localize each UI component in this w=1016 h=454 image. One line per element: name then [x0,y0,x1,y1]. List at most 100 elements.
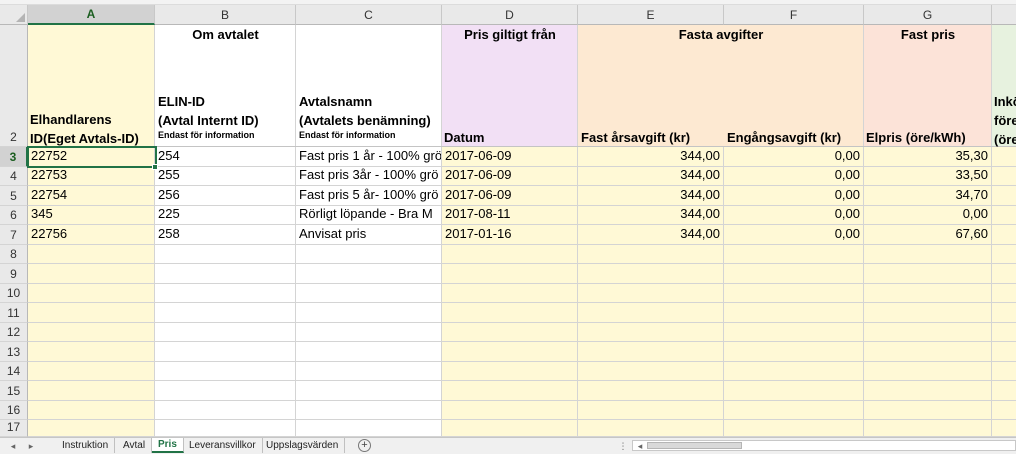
cell-e9[interactable] [578,264,724,284]
cell-e17[interactable] [578,420,724,437]
cell-h7[interactable] [992,225,1016,245]
cell-c14[interactable] [296,362,442,381]
cell-c8[interactable] [296,245,442,264]
cell-b3[interactable]: 254 [155,147,296,167]
cell-c16[interactable] [296,401,442,420]
cell-b15[interactable] [155,381,296,401]
cell-e8[interactable] [578,245,724,264]
cell-e5[interactable]: 344,00 [578,186,724,206]
spreadsheet-grid[interactable]: A B C D E F G 1 2 3 4 5 6 7 8 9 10 11 12… [0,0,1016,437]
cell-c4[interactable]: Fast pris 3år - 100% grö [296,167,442,186]
cell-g14[interactable] [864,362,992,381]
cell-f14[interactable] [724,362,864,381]
cell-e14[interactable] [578,362,724,381]
cell-b4[interactable]: 255 [155,167,296,186]
cell-g9[interactable] [864,264,992,284]
cell-h17[interactable] [992,420,1016,437]
cell-a6[interactable]: 345 [28,206,155,225]
cell-f10[interactable] [724,284,864,303]
cell-c15[interactable] [296,381,442,401]
row-header-7[interactable]: 7 [0,225,28,245]
row-header-10[interactable]: 10 [0,284,28,303]
cell-e15[interactable] [578,381,724,401]
cell-b16[interactable] [155,401,296,420]
row-header-16[interactable]: 16 [0,401,28,420]
cell-d5[interactable]: 2017-06-09 [442,186,578,206]
cell-b9[interactable] [155,264,296,284]
cell-b10[interactable] [155,284,296,303]
select-all-corner[interactable] [0,5,28,25]
cell-d7[interactable]: 2017-01-16 [442,225,578,245]
cell-f16[interactable] [724,401,864,420]
column-header-h[interactable] [992,5,1016,25]
cell-b8[interactable] [155,245,296,264]
cell-b11[interactable] [155,303,296,323]
sheet-tab-avtal[interactable]: Avtal [117,438,153,453]
cell-a16[interactable] [28,401,155,420]
column-header-g[interactable]: G [864,5,992,25]
sheet-tab-instruktion[interactable]: Instruktion [56,438,116,453]
cell-e4[interactable]: 344,00 [578,167,724,186]
cell-c3[interactable]: Fast pris 1 år - 100% grö [296,147,442,167]
cell-b13[interactable] [155,342,296,362]
cell-c17[interactable] [296,420,442,437]
cell-g8[interactable] [864,245,992,264]
cell-d17[interactable] [442,420,578,437]
cell-c11[interactable] [296,303,442,323]
cell-b12[interactable] [155,323,296,342]
row-header-2[interactable]: 2 [0,127,28,147]
cell-d10[interactable] [442,284,578,303]
cell-b17[interactable] [155,420,296,437]
cell-h10[interactable] [992,284,1016,303]
cell-a12[interactable] [28,323,155,342]
row-header-4[interactable]: 4 [0,167,28,186]
scroll-left-icon[interactable]: ◂ [633,439,647,453]
cell-c6[interactable]: Rörligt löpande - Bra M [296,206,442,225]
cell-h9[interactable] [992,264,1016,284]
cell-h12[interactable] [992,323,1016,342]
tab-split-menu-icon[interactable]: ⋮ [616,439,630,453]
fill-handle[interactable] [152,164,158,170]
cell-g15[interactable] [864,381,992,401]
cell-a4[interactable]: 22753 [28,167,155,186]
cell-e12[interactable] [578,323,724,342]
cell-d6[interactable]: 2017-08-11 [442,206,578,225]
sheet-tab-leveransvillkor[interactable]: Leveransvillkor [183,438,263,453]
cell-b6[interactable]: 225 [155,206,296,225]
cell-f13[interactable] [724,342,864,362]
row-header-11[interactable]: 11 [0,303,28,323]
cell-g7[interactable]: 67,60 [864,225,992,245]
cell-c10[interactable] [296,284,442,303]
cell-d3[interactable]: 2017-06-09 [442,147,578,167]
cell-d14[interactable] [442,362,578,381]
row-header-15[interactable]: 15 [0,381,28,401]
cell-a9[interactable] [28,264,155,284]
cell-d13[interactable] [442,342,578,362]
cell-f12[interactable] [724,323,864,342]
cell-a14[interactable] [28,362,155,381]
row-header-6[interactable]: 6 [0,206,28,225]
column-header-f[interactable]: F [724,5,864,25]
cell-g10[interactable] [864,284,992,303]
cell-d9[interactable] [442,264,578,284]
cell-f15[interactable] [724,381,864,401]
cell-d16[interactable] [442,401,578,420]
cell-e10[interactable] [578,284,724,303]
cell-c13[interactable] [296,342,442,362]
cell-g17[interactable] [864,420,992,437]
cell-e11[interactable] [578,303,724,323]
cell-f5[interactable]: 0,00 [724,186,864,206]
cell-f9[interactable] [724,264,864,284]
sheet-tab-uppslagsvärden[interactable]: Uppslagsvärden [260,438,346,453]
cell-g13[interactable] [864,342,992,362]
cell-g11[interactable] [864,303,992,323]
cell-f7[interactable]: 0,00 [724,225,864,245]
cell-g12[interactable] [864,323,992,342]
column-header-d[interactable]: D [442,5,578,25]
row-header-3[interactable]: 3 [0,147,28,167]
cell-h15[interactable] [992,381,1016,401]
cell-f11[interactable] [724,303,864,323]
cell-d12[interactable] [442,323,578,342]
cell-b14[interactable] [155,362,296,381]
cell-d15[interactable] [442,381,578,401]
